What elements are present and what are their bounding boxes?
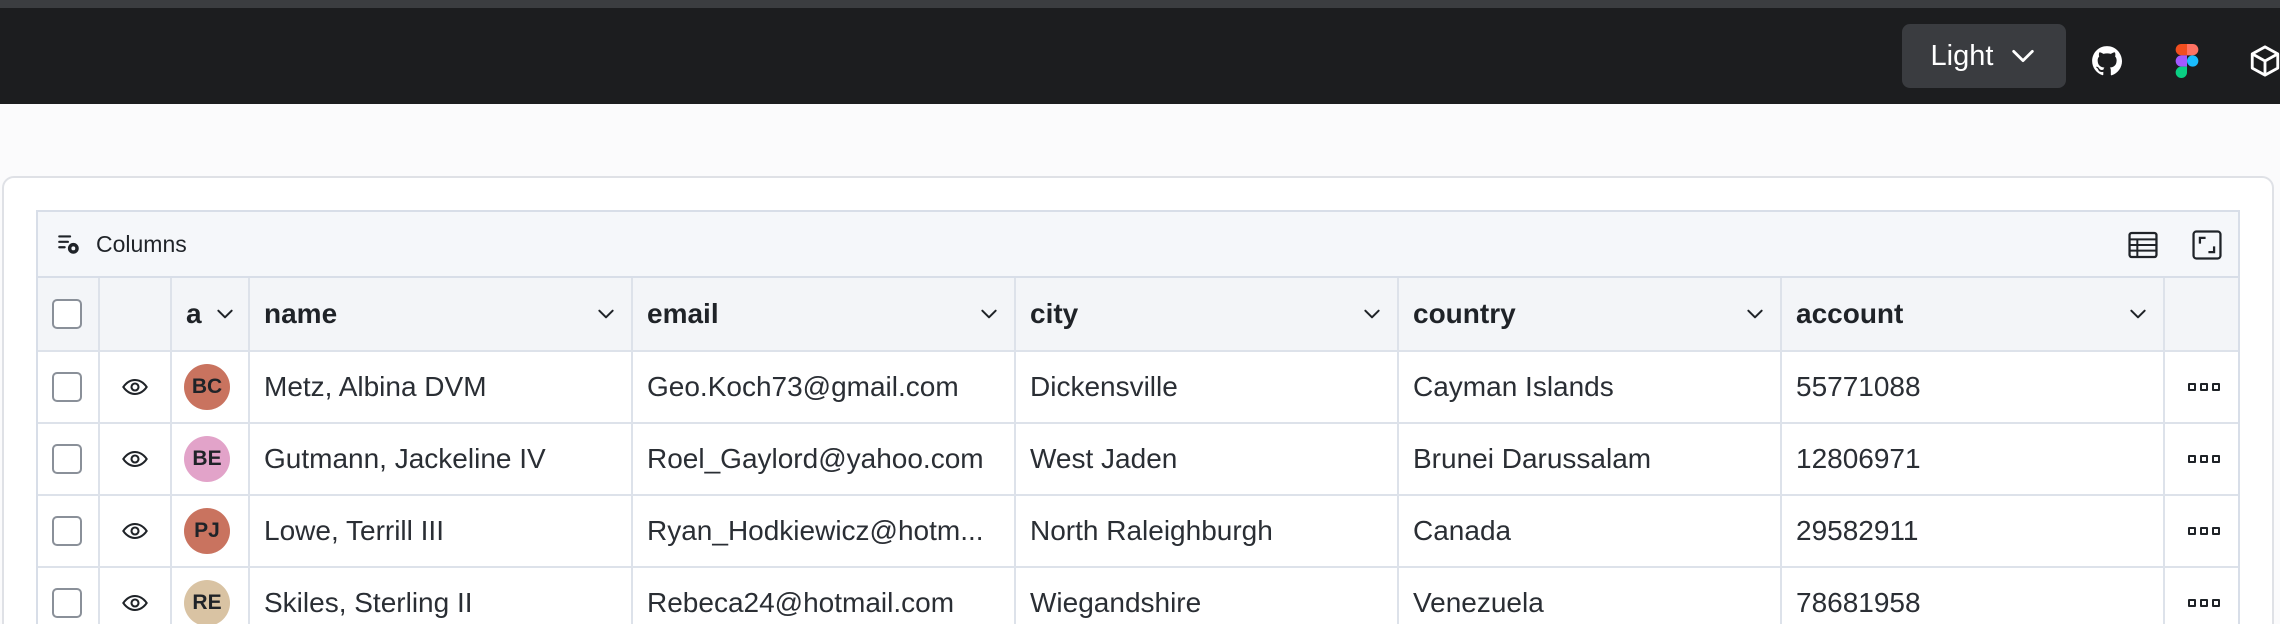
- visibility-header-cell: [100, 278, 172, 350]
- column-header-label: a: [186, 298, 202, 329]
- eye-icon[interactable]: [121, 445, 149, 473]
- column-header-country[interactable]: country: [1399, 278, 1782, 350]
- fullscreen-icon[interactable]: [2190, 228, 2224, 262]
- cell-name: Gutmann, Jackeline IV: [264, 443, 546, 474]
- cell-account: 55771088: [1796, 371, 1921, 402]
- column-header-label: account: [1796, 298, 1904, 329]
- table-row: BE Gutmann, Jackeline IV Roel_Gaylord@ya…: [38, 424, 2238, 496]
- column-header-city[interactable]: city: [1016, 278, 1399, 350]
- select-all-checkbox[interactable]: [52, 299, 82, 329]
- columns-button[interactable]: Columns: [56, 226, 187, 262]
- column-header-label: name: [264, 298, 338, 329]
- columns-settings-icon: [58, 235, 79, 254]
- column-header-account[interactable]: account: [1782, 278, 2165, 350]
- cell-account: 78681958: [1796, 587, 1921, 618]
- column-header-label: city: [1030, 298, 1079, 329]
- avatar: BE: [184, 436, 230, 482]
- density-toggle-icon[interactable]: [2126, 228, 2160, 262]
- cell-account: 29582911: [1796, 515, 1919, 546]
- table-row: RE Skiles, Sterling II Rebeca24@hotmail.…: [38, 568, 2238, 624]
- cell-country: Brunei Darussalam: [1413, 443, 1652, 474]
- package-icon[interactable]: [2248, 44, 2280, 78]
- column-header-avatar[interactable]: a: [172, 278, 250, 350]
- chevron-down-icon[interactable]: [1744, 304, 1766, 324]
- cell-email: Rebeca24@hotmail.com: [647, 587, 955, 618]
- theme-select-label: Light: [1930, 39, 1994, 72]
- avatar: BC: [184, 364, 230, 410]
- top-navigation-bar: Light: [0, 0, 2280, 104]
- row-checkbox[interactable]: [52, 372, 82, 402]
- chevron-down-icon[interactable]: [595, 304, 617, 324]
- row-checkbox[interactable]: [52, 588, 82, 618]
- row-actions-icon[interactable]: [2187, 383, 2220, 391]
- cell-name: Lowe, Terrill III: [264, 515, 444, 546]
- chevron-down-icon: [2012, 49, 2035, 63]
- column-header-label: country: [1413, 298, 1516, 329]
- github-icon[interactable]: [2090, 44, 2124, 78]
- cell-name: Metz, Albina DVM: [264, 371, 487, 402]
- actions-header-cell: [2165, 278, 2238, 350]
- cell-account: 12806971: [1796, 443, 1921, 474]
- theme-select-button[interactable]: Light: [1902, 24, 2066, 88]
- chevron-down-icon[interactable]: [214, 304, 236, 324]
- cell-country: Canada: [1413, 515, 1512, 546]
- avatar: PJ: [184, 508, 230, 554]
- row-actions-icon[interactable]: [2187, 527, 2220, 535]
- row-checkbox[interactable]: [52, 444, 82, 474]
- data-table: Columns a name email city country accoun…: [36, 210, 2240, 624]
- chevron-down-icon[interactable]: [978, 304, 1000, 324]
- eye-icon[interactable]: [121, 517, 149, 545]
- cell-city: North Raleighburgh: [1030, 515, 1273, 546]
- columns-label: Columns: [96, 230, 187, 257]
- cell-email: Geo.Koch73@gmail.com: [647, 371, 959, 402]
- column-header-name[interactable]: name: [250, 278, 633, 350]
- cell-name: Skiles, Sterling II: [264, 587, 473, 618]
- figma-icon[interactable]: [2170, 44, 2204, 78]
- column-header-email[interactable]: email: [633, 278, 1016, 350]
- table-toolbar: Columns: [38, 212, 2238, 278]
- row-actions-icon[interactable]: [2187, 455, 2220, 463]
- table-row: BC Metz, Albina DVM Geo.Koch73@gmail.com…: [38, 352, 2238, 424]
- column-header-label: email: [647, 298, 719, 329]
- eye-icon[interactable]: [121, 589, 149, 617]
- table-row: PJ Lowe, Terrill III Ryan_Hodkiewicz@hot…: [38, 496, 2238, 568]
- cell-email: Ryan_Hodkiewicz@hotm...: [647, 515, 984, 546]
- chevron-down-icon[interactable]: [1361, 304, 1383, 324]
- table-header-row: a name email city country account: [38, 278, 2238, 352]
- cell-country: Venezuela: [1413, 587, 1544, 618]
- cell-country: Cayman Islands: [1413, 371, 1614, 402]
- row-checkbox[interactable]: [52, 516, 82, 546]
- row-actions-icon[interactable]: [2187, 599, 2220, 607]
- avatar: RE: [184, 580, 230, 624]
- chevron-down-icon[interactable]: [2127, 304, 2149, 324]
- cell-city: Dickensville: [1030, 371, 1178, 402]
- eye-icon[interactable]: [121, 373, 149, 401]
- cell-city: Wiegandshire: [1030, 587, 1202, 618]
- cell-email: Roel_Gaylord@yahoo.com: [647, 443, 984, 474]
- cell-city: West Jaden: [1030, 443, 1178, 474]
- select-all-cell: [38, 278, 100, 350]
